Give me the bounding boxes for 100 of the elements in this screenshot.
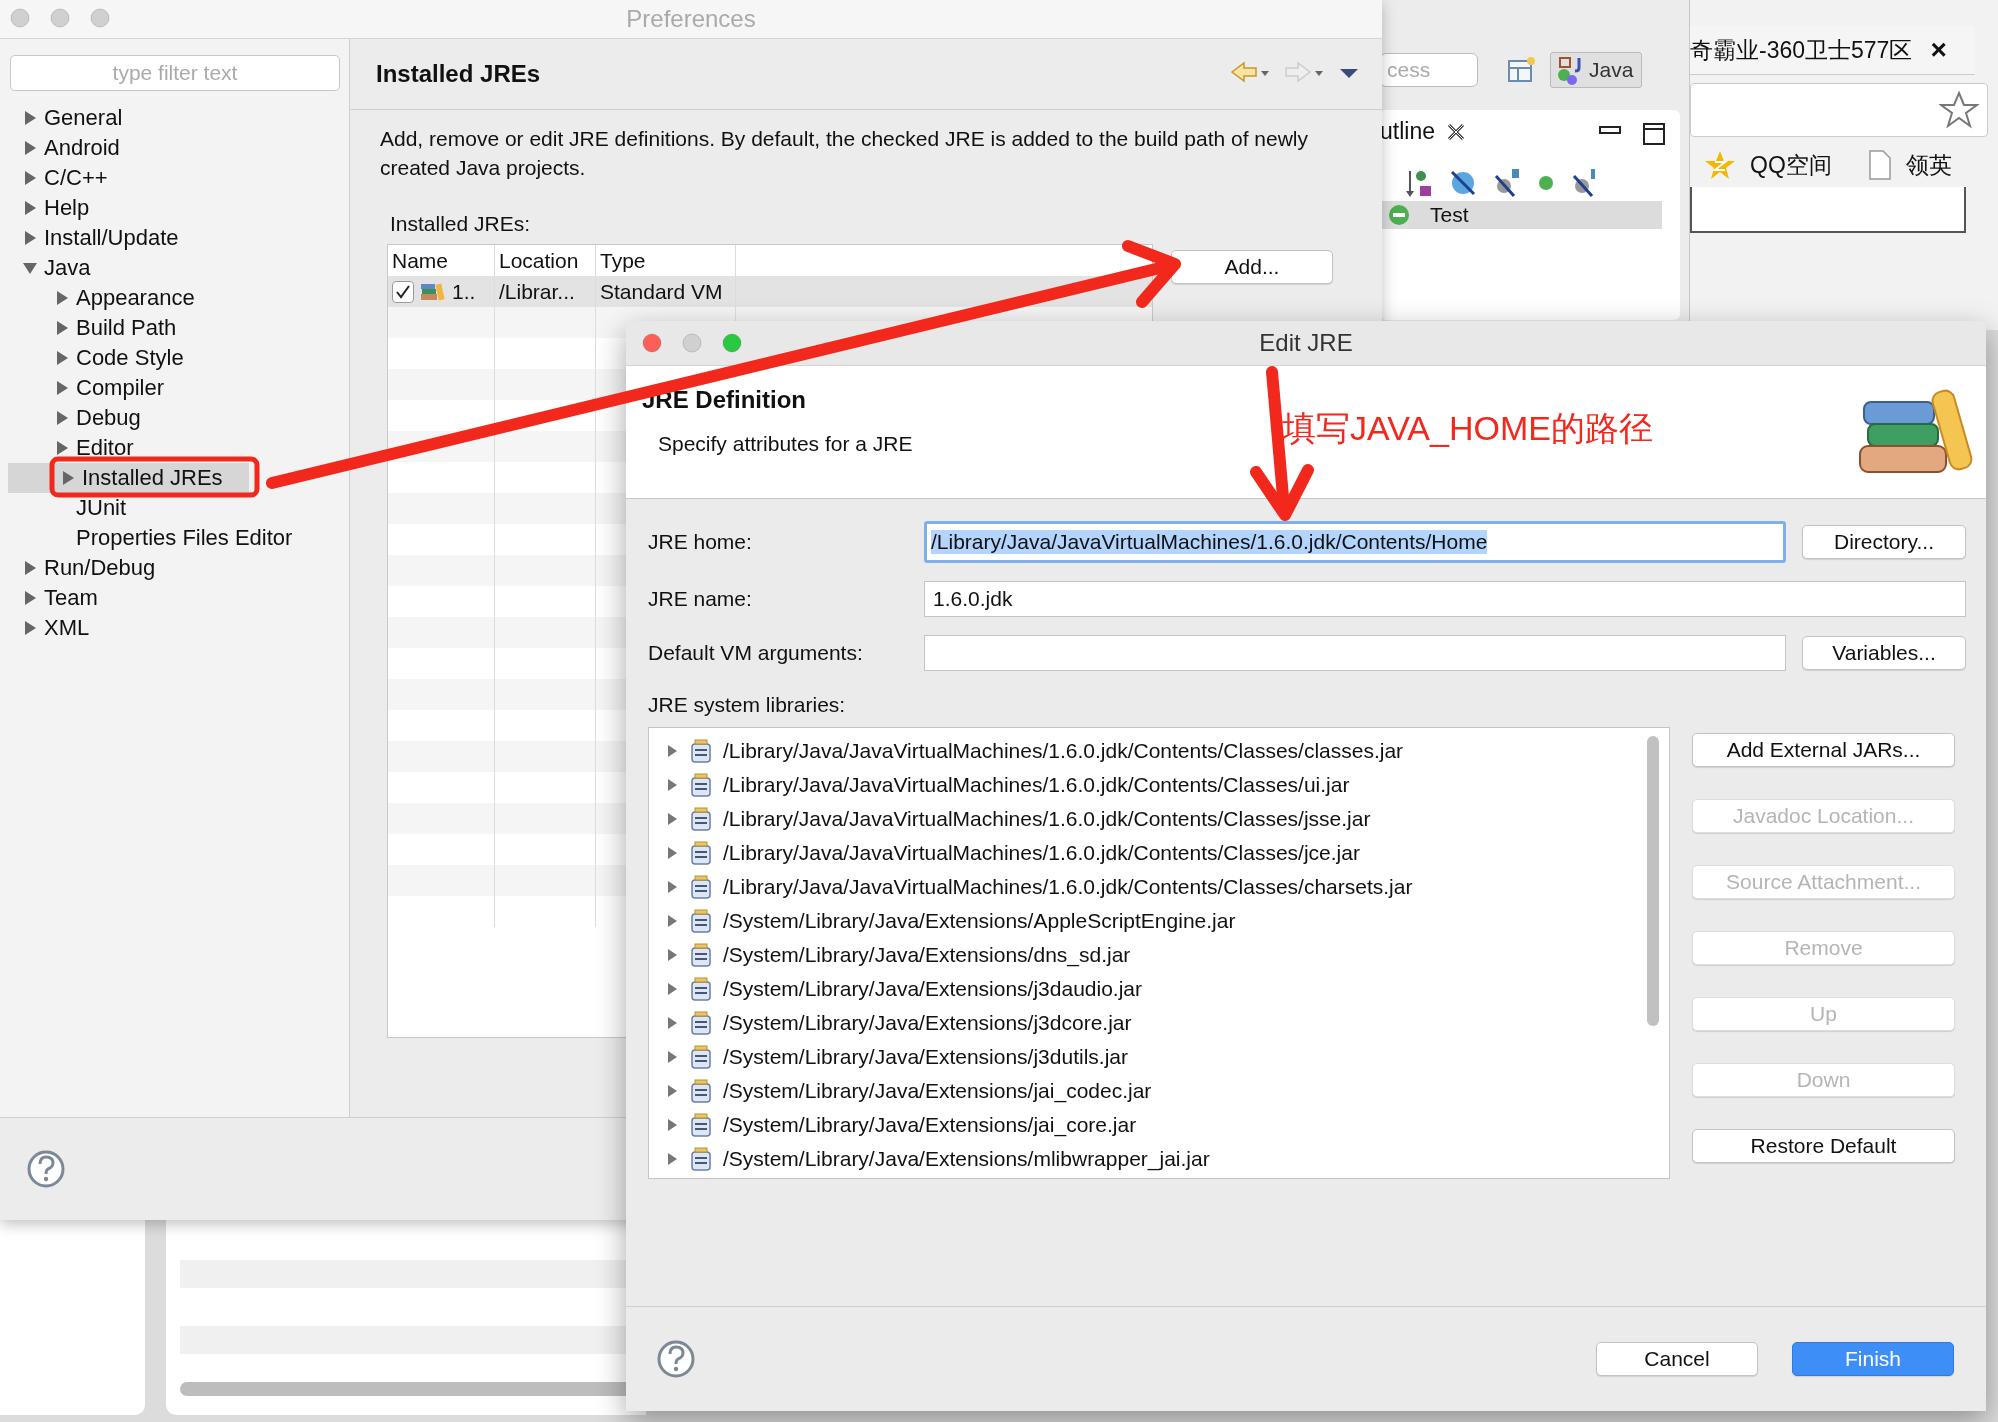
collapsed-arrow-icon[interactable] [665, 1084, 679, 1098]
collapsed-arrow-icon[interactable] [22, 140, 38, 156]
collapsed-arrow-icon[interactable] [22, 110, 38, 126]
perspective-icon[interactable] [1506, 55, 1536, 85]
filter-field[interactable]: type filter text [10, 55, 340, 91]
tree-item[interactable]: Java [0, 253, 349, 283]
bookmark-link[interactable]: 领英 [1867, 149, 1952, 181]
library-item[interactable]: /System/Library/Java/Extensions/jai_core.jar [649, 1108, 1669, 1142]
collapsed-arrow-icon[interactable] [665, 812, 679, 826]
variables-button[interactable]: Variables... [1802, 636, 1966, 670]
library-item[interactable]: /Library/Java/JavaVirtualMachines/1.6.0.jdk/Contents/Classes/charsets.jar [649, 870, 1669, 904]
side-button[interactable]: Add External JARs... [1692, 733, 1955, 767]
expanded-arrow-icon[interactable] [22, 260, 38, 276]
tree-item[interactable]: Code Style [0, 343, 349, 373]
tree-item[interactable]: Build Path [0, 313, 349, 343]
collapsed-arrow-icon[interactable] [665, 1050, 679, 1064]
collapsed-arrow-icon[interactable] [54, 380, 70, 396]
outline-tab[interactable]: utline [1380, 110, 1502, 153]
collapsed-arrow-icon[interactable] [665, 846, 679, 860]
collapsed-arrow-icon[interactable] [665, 1152, 679, 1166]
collapsed-arrow-icon[interactable] [54, 290, 70, 306]
jar-icon [689, 807, 713, 831]
library-item[interactable]: /System/Library/Java/Extensions/AppleScriptEngine.jar [649, 904, 1669, 938]
page-icon [1867, 149, 1892, 181]
input-field[interactable] [924, 635, 1786, 671]
maximize-icon[interactable] [1642, 122, 1666, 146]
checkbox[interactable] [392, 280, 414, 303]
field-label: JRE name: [648, 587, 753, 611]
tree-item[interactable]: XML [0, 613, 349, 643]
filter-icon[interactable] [1448, 168, 1478, 198]
collapsed-arrow-icon[interactable] [665, 778, 679, 792]
close-button[interactable] [642, 333, 662, 353]
library-item[interactable]: /System/Library/Java/Extensions/mlibwrapper_jai.jar [649, 1142, 1669, 1176]
side-button[interactable]: Restore Default [1692, 1129, 1955, 1163]
library-item[interactable]: /System/Library/Java/Extensions/jai_codec.jar [649, 1074, 1669, 1108]
tree-item[interactable]: Compiler [0, 373, 349, 403]
add-button[interactable]: Add... [1171, 250, 1333, 284]
library-item[interactable]: /System/Library/Java/Extensions/j3dcore.jar [649, 1006, 1669, 1040]
tree-item[interactable]: C/C++ [0, 163, 349, 193]
tree-item[interactable]: Help [0, 193, 349, 223]
library-item[interactable]: /System/Library/Java/Extensions/dns_sd.jar [649, 938, 1669, 972]
tree-item[interactable]: Debug [0, 403, 349, 433]
outline-item[interactable]: Test [1380, 201, 1662, 229]
jar-icon [689, 977, 713, 1001]
tree-item[interactable]: Editor [0, 433, 349, 463]
library-item[interactable]: /Library/Java/JavaVirtualMachines/1.6.0.jdk/Contents/Classes/ui.jar [649, 768, 1669, 802]
tree-item[interactable]: Properties Files Editor [0, 523, 349, 553]
quick-access-field[interactable]: cess [1380, 53, 1478, 87]
collapsed-arrow-icon[interactable] [60, 470, 76, 486]
library-item[interactable]: /Library/Java/JavaVirtualMachines/1.6.0.jdk/Contents/Classes/jsse.jar [649, 802, 1669, 836]
bookmark-link[interactable]: QQ空间 [1704, 149, 1832, 181]
collapsed-arrow-icon[interactable] [665, 982, 679, 996]
tree-item[interactable]: Installed JREs [8, 463, 249, 493]
library-item[interactable]: /System/Library/Java/Extensions/j3dutils.jar [649, 1040, 1669, 1074]
cancel-button[interactable]: Cancel [1596, 1342, 1758, 1376]
address-field[interactable] [1690, 83, 1988, 137]
java-perspective-button[interactable]: Java [1550, 52, 1643, 88]
collapsed-arrow-icon[interactable] [22, 170, 38, 186]
tree-item[interactable]: Android [0, 133, 349, 163]
tree-item[interactable]: JUnit [0, 493, 349, 523]
collapsed-arrow-icon[interactable] [22, 230, 38, 246]
library-item[interactable]: /Library/Java/JavaVirtualMachines/1.6.0.jdk/Contents/Classes/classes.jar [649, 734, 1669, 768]
tree-item[interactable]: Team [0, 583, 349, 613]
collapsed-arrow-icon[interactable] [665, 1016, 679, 1030]
hide-static-icon[interactable] [1492, 168, 1522, 198]
collapsed-arrow-icon[interactable] [54, 440, 70, 456]
tree-item[interactable]: General [0, 103, 349, 133]
collapsed-arrow-icon[interactable] [665, 914, 679, 928]
input-field[interactable]: 1.6.0.jdk [924, 581, 1966, 617]
scrollbar-thumb[interactable] [1647, 736, 1659, 1026]
jar-icon [689, 1113, 713, 1137]
jar-icon [689, 773, 713, 797]
tree-item[interactable]: Run/Debug [0, 553, 349, 583]
collapsed-arrow-icon[interactable] [665, 948, 679, 962]
collapsed-arrow-icon[interactable] [22, 620, 38, 636]
close-button[interactable]: × [1930, 34, 1947, 66]
field-label: JRE home: [648, 530, 753, 554]
collapsed-arrow-icon[interactable] [22, 200, 38, 216]
collapsed-arrow-icon[interactable] [22, 590, 38, 606]
help-icon[interactable] [656, 1339, 696, 1379]
books-icon [420, 281, 446, 302]
collapsed-arrow-icon[interactable] [54, 410, 70, 426]
collapsed-arrow-icon[interactable] [54, 350, 70, 366]
collapsed-arrow-icon[interactable] [665, 744, 679, 758]
tree-item[interactable]: Install/Update [0, 223, 349, 253]
jar-icon [689, 841, 713, 865]
tree-item[interactable]: Appearance [0, 283, 349, 313]
jar-icon [689, 875, 713, 899]
collapsed-arrow-icon[interactable] [665, 880, 679, 894]
star-icon [1704, 149, 1736, 181]
directory-button[interactable]: Directory... [1802, 525, 1966, 559]
annotation-text: 填写JAVA_HOME的路径 [1282, 408, 1653, 449]
collapsed-arrow-icon[interactable] [54, 320, 70, 336]
help-icon[interactable] [26, 1149, 66, 1189]
collapsed-arrow-icon[interactable] [665, 1118, 679, 1132]
star-icon[interactable] [1939, 90, 1979, 130]
library-item[interactable]: /System/Library/Java/Extensions/j3daudio.jar [649, 972, 1669, 1006]
collapsed-arrow-icon[interactable] [22, 560, 38, 576]
library-item[interactable]: /Library/Java/JavaVirtualMachines/1.6.0.jdk/Contents/Classes/jce.jar [649, 836, 1669, 870]
input-field[interactable]: /Library/Java/JavaVirtualMachines/1.6.0.jdk/Contents/Home [924, 521, 1786, 563]
